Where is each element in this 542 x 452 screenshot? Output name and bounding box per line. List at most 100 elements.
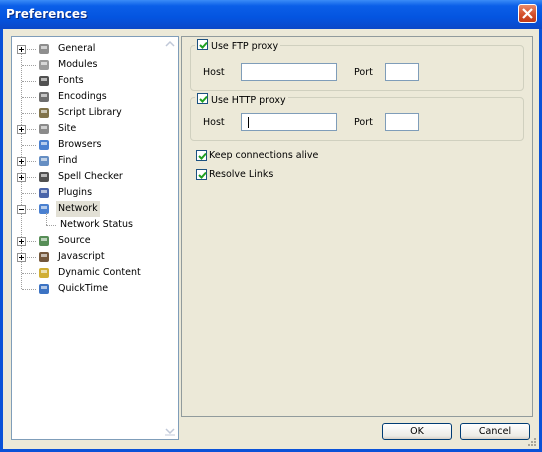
keep-alive-label: Keep connections alive bbox=[209, 150, 319, 161]
resolve-links-checkbox[interactable] bbox=[196, 169, 207, 180]
http-host-input[interactable] bbox=[241, 113, 337, 131]
tree-branch-line bbox=[22, 193, 36, 194]
tree-branch-line bbox=[22, 113, 36, 114]
general-icon bbox=[39, 44, 49, 54]
tree-item-fonts[interactable]: Fonts bbox=[12, 73, 162, 89]
tree-item-quicktime[interactable]: QuickTime bbox=[12, 281, 162, 297]
tree-item-browsers[interactable]: Browsers bbox=[12, 137, 162, 153]
http-proxy-legend: Use HTTP proxy bbox=[195, 92, 288, 106]
tree-item-label: Source bbox=[58, 235, 91, 246]
tree-branch-line bbox=[22, 145, 36, 146]
plugins-icon bbox=[39, 188, 49, 198]
check-icon bbox=[199, 41, 208, 49]
tree-item-network[interactable]: Network bbox=[12, 201, 162, 217]
ftp-host-input[interactable] bbox=[241, 63, 337, 81]
check-icon bbox=[199, 95, 208, 103]
expand-icon[interactable] bbox=[17, 173, 26, 182]
http-port-input[interactable] bbox=[385, 113, 419, 131]
check-icon bbox=[198, 152, 207, 160]
expand-icon[interactable] bbox=[17, 237, 26, 246]
encodings-icon bbox=[39, 92, 49, 102]
tree-child-line bbox=[46, 213, 47, 225]
tree-item-javascript[interactable]: Javascript bbox=[12, 249, 162, 265]
tree-item-label: Find bbox=[58, 155, 78, 166]
tree-item-site[interactable]: Site bbox=[12, 121, 162, 137]
tree-item-label: Network Status bbox=[60, 219, 133, 230]
ftp-proxy-legend: Use FTP proxy bbox=[195, 38, 281, 52]
javascript-icon bbox=[39, 252, 49, 262]
ftp-proxy-checkbox[interactable] bbox=[197, 39, 208, 50]
expand-icon[interactable] bbox=[17, 125, 26, 134]
tree-branch-line bbox=[46, 225, 56, 226]
tree-branch-line bbox=[22, 81, 36, 82]
tree-item-label: Dynamic Content bbox=[58, 267, 141, 278]
tree-item-label: Javascript bbox=[58, 251, 105, 262]
tree-item-general[interactable]: General bbox=[12, 41, 162, 57]
ok-button[interactable]: OK bbox=[382, 423, 452, 440]
expand-icon[interactable] bbox=[17, 45, 26, 54]
tree-item-script-library[interactable]: Script Library bbox=[12, 105, 162, 121]
tree-item-encodings[interactable]: Encodings bbox=[12, 89, 162, 105]
ftp-proxy-label: Use FTP proxy bbox=[211, 41, 279, 52]
tree-item-find[interactable]: Find bbox=[12, 153, 162, 169]
cancel-button[interactable]: Cancel bbox=[460, 423, 530, 440]
tree-branch-line bbox=[22, 97, 36, 98]
expand-icon[interactable] bbox=[17, 157, 26, 166]
tree-item-label: Script Library bbox=[58, 107, 122, 118]
ftp-proxy-group: Use FTP proxy Host Port bbox=[190, 38, 524, 91]
close-icon bbox=[522, 8, 533, 19]
tree-item-label: Fonts bbox=[58, 75, 84, 86]
tree-item-label: Encodings bbox=[58, 91, 107, 102]
fonts-icon bbox=[39, 76, 49, 86]
ftp-port-label: Port bbox=[354, 67, 373, 78]
resize-grip-icon[interactable] bbox=[527, 437, 537, 447]
tree-item-label: Modules bbox=[58, 59, 98, 70]
tree-item-network-status[interactable]: Network Status bbox=[12, 213, 162, 233]
http-port-label: Port bbox=[354, 117, 373, 128]
dialog-client-area: General Modules Fonts Encodings Script Libra… bbox=[3, 29, 539, 449]
tree-item-source[interactable]: Source bbox=[12, 233, 162, 249]
find-icon bbox=[39, 156, 49, 166]
preferences-window: Preferences General Modules Fonts Encodings… bbox=[0, 0, 542, 452]
tree-item-dynamic-content[interactable]: Dynamic Content bbox=[12, 265, 162, 281]
resolve-links-label: Resolve Links bbox=[209, 169, 274, 180]
network-settings-panel: Use FTP proxy Host Port Use HTTP proxy H… bbox=[181, 36, 533, 417]
tree-item-label: Site bbox=[58, 123, 77, 134]
scroll-down-icon[interactable] bbox=[164, 426, 176, 436]
network-icon bbox=[39, 204, 49, 214]
scroll-up-icon[interactable] bbox=[164, 39, 176, 49]
tree-branch-line bbox=[22, 289, 36, 290]
tree-branch-line bbox=[22, 65, 36, 66]
keep-alive-checkbox[interactable] bbox=[196, 150, 207, 161]
tree-branch-line bbox=[22, 273, 36, 274]
expand-icon[interactable] bbox=[17, 253, 26, 262]
check-icon bbox=[198, 171, 207, 179]
tree-item-label: Plugins bbox=[58, 187, 93, 198]
category-tree[interactable]: General Modules Fonts Encodings Script Libra… bbox=[11, 36, 179, 440]
http-proxy-group: Use HTTP proxy Host Port bbox=[190, 92, 524, 141]
tree-item-plugins[interactable]: Plugins bbox=[12, 185, 162, 201]
collapse-icon[interactable] bbox=[17, 205, 26, 214]
tree-item-label: General bbox=[58, 43, 96, 54]
browsers-icon bbox=[39, 140, 49, 150]
http-host-label: Host bbox=[203, 117, 225, 128]
text-cursor bbox=[248, 117, 249, 128]
tree-item-spell-checker[interactable]: Spell Checker bbox=[12, 169, 162, 185]
tree-item-label: QuickTime bbox=[58, 283, 109, 294]
http-proxy-checkbox[interactable] bbox=[197, 93, 208, 104]
tree-item-label: Network bbox=[56, 201, 100, 217]
tree-item-modules[interactable]: Modules bbox=[12, 57, 162, 73]
modules-icon bbox=[39, 60, 49, 70]
spell-checker-icon bbox=[39, 172, 49, 182]
site-icon bbox=[39, 124, 49, 134]
dynamic-content-icon bbox=[39, 268, 49, 278]
window-title: Preferences bbox=[6, 7, 88, 21]
title-bar[interactable]: Preferences bbox=[0, 0, 542, 29]
script-library-icon bbox=[39, 108, 49, 118]
close-button[interactable] bbox=[518, 4, 537, 23]
tree-item-label: Browsers bbox=[58, 139, 102, 150]
http-proxy-label: Use HTTP proxy bbox=[211, 95, 286, 106]
ftp-host-label: Host bbox=[203, 67, 225, 78]
source-icon bbox=[39, 236, 49, 246]
ftp-port-input[interactable] bbox=[385, 63, 419, 81]
